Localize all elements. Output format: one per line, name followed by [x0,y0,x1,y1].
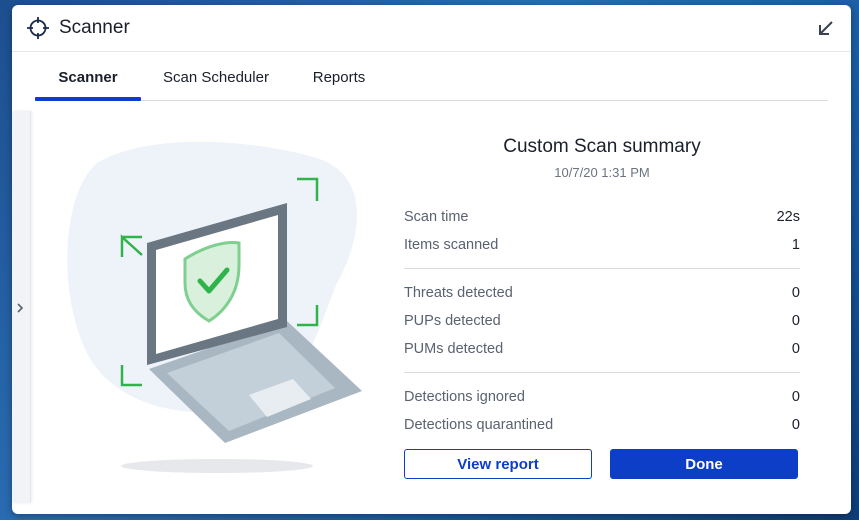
scan-stats: Scan time 22s Items scanned 1 Threats de… [404,205,800,441]
stat-label: Detections quarantined [404,417,554,433]
chevron-right-icon [14,301,26,320]
stat-label: PUPs detected [404,313,501,329]
tab-reports[interactable]: Reports [307,56,371,100]
summary-title: Custom Scan summary [503,136,701,157]
stat-value: 0 [791,389,800,405]
stat-value: 0 [791,285,800,301]
stat-row-detections-ignored: Detections ignored 0 [404,385,800,413]
crosshair-icon [26,16,50,40]
tab-scan-scheduler-label: Scan Scheduler [163,69,269,86]
scan-complete-illustration [57,133,377,478]
scanner-window: Scanner Scanner Scan Scheduler Reports C… [12,5,851,514]
stat-row-threats-detected: Threats detected 0 [404,281,800,309]
tab-scanner[interactable]: Scanner [35,56,141,101]
tab-bar: Scanner Scan Scheduler Reports [35,56,828,101]
tab-scan-scheduler[interactable]: Scan Scheduler [159,56,273,100]
stat-label: Items scanned [404,237,499,253]
divider [404,372,800,373]
stat-value: 0 [791,341,800,357]
stat-label: PUMs detected [404,341,504,357]
stat-label: Threats detected [404,285,513,301]
tab-scanner-label: Scanner [58,69,118,86]
side-panel-toggle[interactable] [12,111,31,503]
stat-label: Detections ignored [404,389,525,405]
stat-row-pums-detected: PUMs detected 0 [404,337,800,365]
stat-row-detections-quarantined: Detections quarantined 0 [404,413,800,441]
done-button[interactable]: Done [610,449,798,479]
title-bar: Scanner [12,5,851,52]
stat-label: Scan time [404,209,469,225]
stat-row-items-scanned: Items scanned 1 [404,233,800,261]
tab-reports-label: Reports [312,69,366,86]
view-report-button[interactable]: View report [404,449,592,479]
stat-row-scan-time: Scan time 22s [404,205,800,233]
stat-value: 22s [776,209,800,225]
stat-value: 1 [791,237,800,253]
stat-value: 0 [791,417,800,433]
arrow-down-left-icon[interactable] [817,19,835,37]
stat-value: 0 [791,313,800,329]
divider [404,268,800,269]
stat-row-pups-detected: PUPs detected 0 [404,309,800,337]
summary-date: 10/7/20 1:31 PM [554,165,650,180]
window-title: Scanner [59,17,130,38]
